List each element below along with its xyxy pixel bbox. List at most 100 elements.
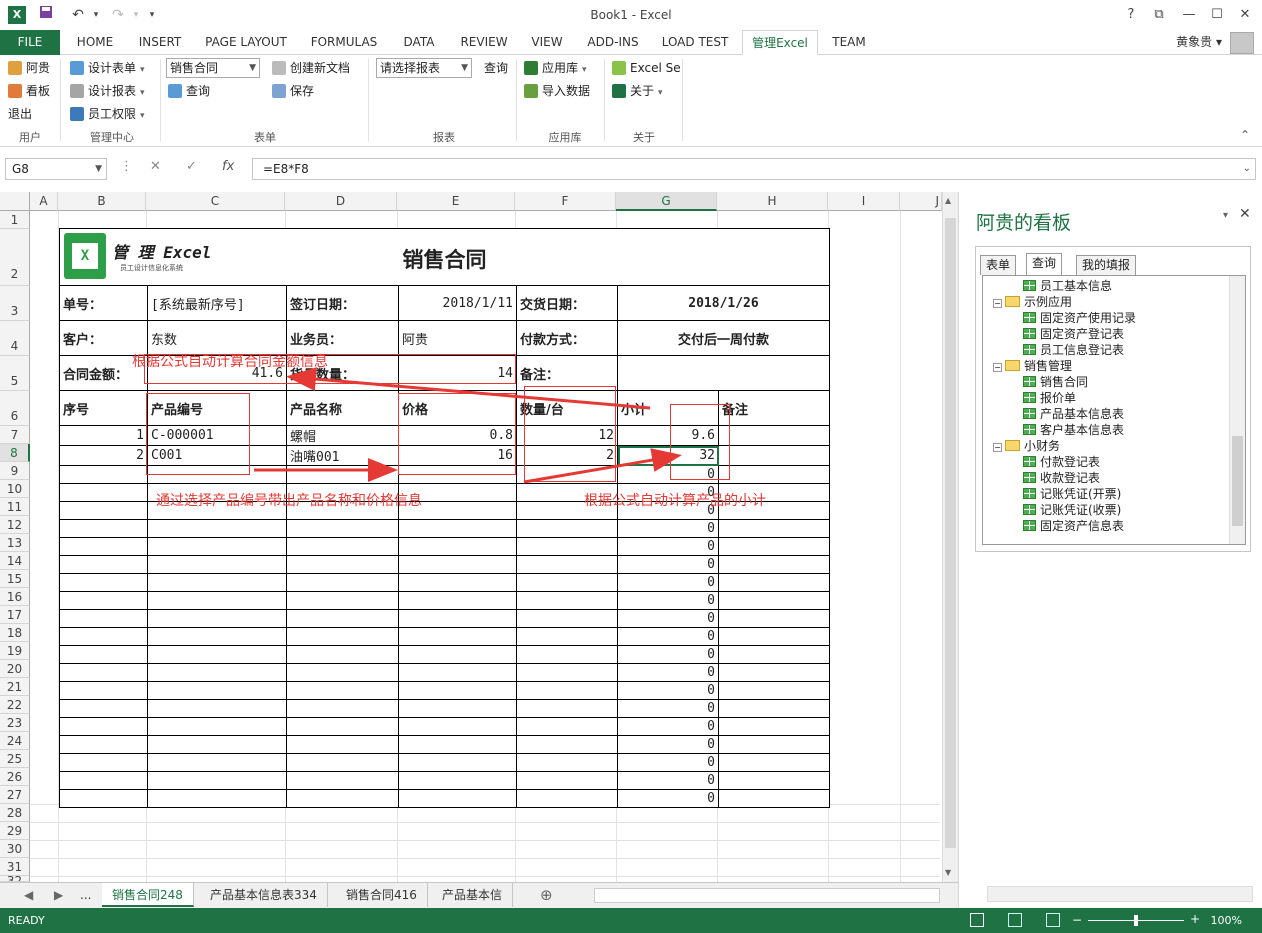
form-select[interactable]: 销售合同 ▼ [166,58,260,78]
tree-item[interactable]: 销售合同 [1023,374,1088,390]
enter-icon[interactable]: ✓ [186,159,197,174]
tree-item[interactable]: 记账凭证(开票) [1023,486,1121,502]
zoom-in-button[interactable]: + [1190,912,1200,926]
pane-tab-form[interactable]: 表单 [980,255,1017,275]
design-form-button[interactable]: 设计表单 ▾ [70,58,145,78]
tree-item[interactable]: 报价单 [1023,390,1076,406]
empty-cell[interactable] [59,501,148,520]
empty-cell[interactable] [147,699,287,718]
form-title-cell[interactable]: X 管 理 Excel 员工设计信息化系统 销售合同 [59,228,830,286]
tab-page-layout[interactable]: PAGE LAYOUT [196,30,296,55]
row-header[interactable]: 27 [0,786,30,804]
vertical-scrollbar[interactable]: ▲ ▼ [942,192,958,882]
payment-value[interactable]: 交付后一周付款 [617,320,830,356]
avatar[interactable] [1230,32,1254,54]
empty-cell[interactable] [59,555,148,574]
line-name[interactable]: 油嘴001 [286,445,399,466]
ribbon-display-button[interactable]: ⧉ [1148,6,1170,24]
row-header[interactable]: 12 [0,516,30,534]
empty-cell[interactable] [59,483,148,502]
empty-cell[interactable] [398,753,517,772]
row-header[interactable]: 6 [0,391,30,426]
sheet-tab[interactable]: 销售合同416 [336,883,428,907]
row-header[interactable]: 2 [0,229,30,286]
tree-item[interactable]: 记账凭证(收票) [1023,502,1121,518]
empty-cell[interactable] [59,465,148,484]
empty-cell[interactable] [286,753,399,772]
empty-cell[interactable] [286,627,399,646]
tab-team[interactable]: TEAM [822,30,876,55]
empty-cell[interactable] [718,663,830,682]
tree-item[interactable]: 固定资产登记表 [1023,326,1124,342]
empty-cell[interactable] [718,609,830,628]
empty-cell[interactable] [516,663,618,682]
empty-cell[interactable] [147,573,287,592]
row-header[interactable]: 18 [0,624,30,642]
empty-cell[interactable] [147,735,287,754]
tree-item[interactable]: 产品基本信息表 [1023,406,1124,422]
row-header[interactable]: 22 [0,696,30,714]
expand-formula-icon[interactable]: ⌄ [1243,159,1251,179]
row-header[interactable]: 31 [0,858,30,876]
empty-cell[interactable] [286,465,399,484]
row-header[interactable]: 5 [0,356,30,391]
minimize-button[interactable]: — [1178,6,1200,24]
line-subtotal[interactable]: 0 [617,573,719,592]
empty-cell[interactable] [147,771,287,790]
row-header[interactable]: 25 [0,750,30,768]
empty-cell[interactable] [59,789,148,808]
tab-review[interactable]: REVIEW [452,30,516,55]
empty-cell[interactable] [398,609,517,628]
formula-input[interactable]: =E8*F8 ⌄ [252,158,1256,180]
row-header[interactable]: 24 [0,732,30,750]
zoom-level[interactable]: 100% [1211,914,1242,927]
line-subtotal[interactable]: 0 [617,591,719,610]
empty-cell[interactable] [59,519,148,538]
prev-sheet-icon[interactable]: ◀ [14,883,43,907]
row-header[interactable]: 29 [0,822,30,840]
empty-cell[interactable] [147,663,287,682]
tab-file[interactable]: FILE [0,30,60,55]
line-subtotal[interactable]: 0 [617,789,719,808]
column-header[interactable]: I [828,192,900,211]
empty-cell[interactable] [59,771,148,790]
scroll-thumb[interactable] [945,218,956,848]
row-header[interactable]: 19 [0,642,30,660]
empty-cell[interactable] [147,627,287,646]
pane-menu-icon[interactable]: ▾ [1223,210,1228,221]
empty-cell[interactable] [718,771,830,790]
empty-cell[interactable] [286,735,399,754]
line-subtotal[interactable]: 0 [617,609,719,628]
column-header[interactable]: E [397,192,515,211]
empty-cell[interactable] [516,771,618,790]
empty-cell[interactable] [398,519,517,538]
line-no[interactable]: 2 [59,445,148,466]
empty-cell[interactable] [398,555,517,574]
row-header[interactable]: 28 [0,804,30,822]
scroll-down-icon[interactable]: ▼ [945,868,951,877]
empty-cell[interactable] [59,699,148,718]
collapse-icon[interactable]: − [993,363,1002,372]
line-name[interactable]: 螺帽 [286,425,399,446]
empty-cell[interactable] [147,609,287,628]
tab-insert[interactable]: INSERT [130,30,190,55]
tree-scrollbar[interactable] [1229,276,1245,544]
tree-item[interactable]: 固定资产信息表 [1023,518,1124,534]
empty-cell[interactable] [147,555,287,574]
empty-cell[interactable] [718,735,830,754]
empty-cell[interactable] [59,591,148,610]
empty-cell[interactable] [516,627,618,646]
help-button[interactable]: ? [1120,6,1142,24]
empty-cell[interactable] [516,681,618,700]
row-header[interactable]: 13 [0,534,30,552]
more-sheets-button[interactable]: ... [70,883,101,907]
empty-cell[interactable] [286,717,399,736]
empty-cell[interactable] [398,591,517,610]
row-header[interactable]: 9 [0,462,30,480]
about-button[interactable]: 关于 ▾ [612,81,663,101]
empty-cell[interactable] [398,699,517,718]
empty-cell[interactable] [286,699,399,718]
line-subtotal[interactable]: 0 [617,627,719,646]
empty-cell[interactable] [718,465,830,484]
empty-cell[interactable] [59,717,148,736]
